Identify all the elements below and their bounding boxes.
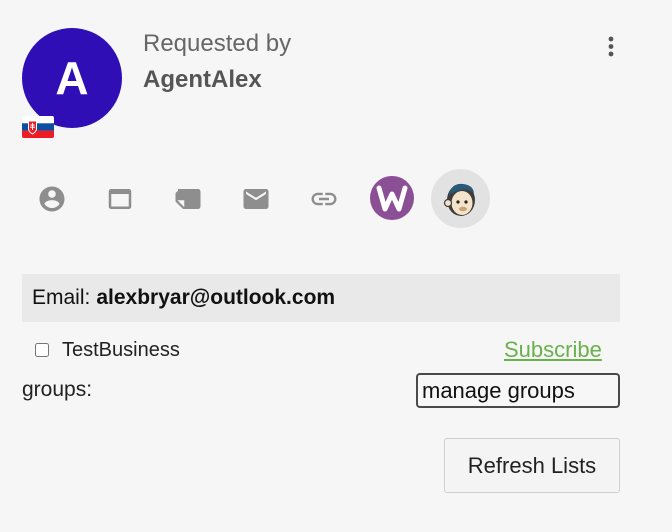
list-name: TestBusiness [62,339,180,361]
woocommerce-icon[interactable] [370,176,414,220]
mailchimp-icon[interactable] [431,169,490,228]
slovakia-flag-icon [22,116,54,138]
link-icon[interactable] [309,184,339,214]
subscribe-link[interactable]: Subscribe [504,337,602,363]
note-icon[interactable] [173,184,203,214]
requester-name: AgentAlex [143,66,262,93]
requested-by-label: Requested by [143,30,292,57]
mail-icon[interactable] [241,184,271,214]
list-checkbox[interactable] [35,343,49,357]
avatar[interactable]: A [22,28,122,128]
avatar-initial: A [55,52,89,104]
email-value: alexbryar@outlook.com [96,286,336,309]
browser-window-icon[interactable] [105,184,135,214]
refresh-lists-button[interactable]: Refresh Lists [444,438,620,493]
user-profile-icon[interactable] [37,184,67,214]
manage-groups-button[interactable]: manage groups [416,373,620,408]
email-label: Email: [32,286,91,309]
more-vertical-icon[interactable] [599,34,623,60]
groups-label: groups: [22,378,93,401]
email-row: Email: alexbryar@outlook.com [22,274,620,322]
